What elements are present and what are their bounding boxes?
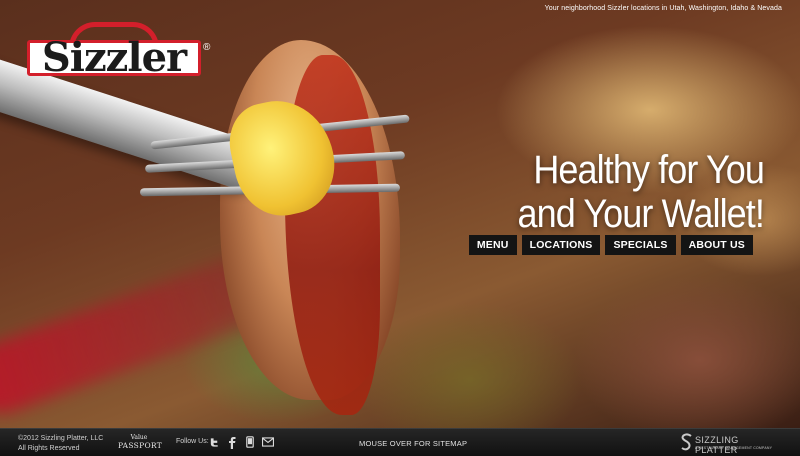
header-tagline: Your neighborhood Sizzler locations in U… bbox=[544, 5, 782, 12]
main-nav: MENU LOCATIONS SPECIALS ABOUT US bbox=[468, 235, 753, 255]
nav-locations-button[interactable]: LOCATIONS bbox=[521, 235, 601, 255]
mobile-icon[interactable] bbox=[244, 435, 256, 449]
follow-us-label: Follow Us: bbox=[176, 438, 209, 445]
nav-about-us-button[interactable]: ABOUT US bbox=[680, 235, 753, 255]
sizzling-platter-logo[interactable]: SIZZLING PLATTER A RESTAURANT MANAGEMENT… bbox=[680, 433, 780, 455]
nav-specials-button[interactable]: SPECIALS bbox=[605, 235, 676, 255]
email-icon[interactable] bbox=[262, 435, 274, 449]
sitemap-trigger[interactable]: MOUSE OVER FOR SITEMAP bbox=[359, 439, 467, 448]
value-passport-logo[interactable]: Value PASSPORT bbox=[118, 434, 163, 452]
sizzling-platter-s-icon bbox=[681, 433, 692, 451]
facebook-icon[interactable] bbox=[226, 435, 238, 449]
value-passport-top: Value bbox=[130, 434, 148, 441]
twitter-icon[interactable] bbox=[208, 435, 220, 449]
copyright: ©2012 Sizzling Platter, LLC All Rights R… bbox=[18, 434, 103, 454]
hero-headline-line1: Healthy for You bbox=[533, 148, 765, 192]
hero-background: Your neighborhood Sizzler locations in U… bbox=[0, 0, 800, 428]
sizzler-logo[interactable]: Sizzler ® bbox=[27, 22, 210, 82]
footer-brand-name: SIZZLING PLATTER bbox=[695, 435, 739, 455]
copyright-line1: ©2012 Sizzling Platter, LLC bbox=[18, 435, 104, 442]
site-footer: ©2012 Sizzling Platter, LLC All Rights R… bbox=[0, 428, 800, 456]
value-passport-bottom: PASSPORT bbox=[118, 441, 163, 450]
registered-mark: ® bbox=[203, 42, 211, 53]
copyright-line2: All Rights Reserved bbox=[18, 445, 80, 452]
social-links bbox=[208, 435, 274, 449]
nav-menu-button[interactable]: MENU bbox=[468, 235, 517, 255]
hero-headline-line2: and Your Wallet! bbox=[517, 192, 765, 236]
footer-brand-sub: A RESTAURANT MANAGEMENT COMPANY bbox=[695, 446, 773, 450]
logo-text: Sizzler bbox=[41, 34, 187, 81]
hero-headline: Healthy for You and Your Wallet! bbox=[503, 148, 765, 236]
